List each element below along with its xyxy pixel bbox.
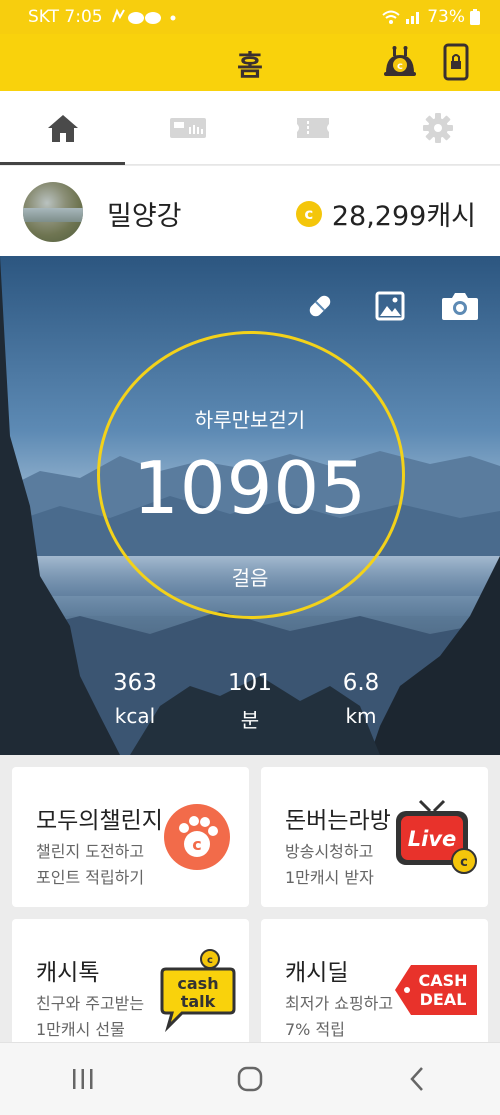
battery-icon bbox=[470, 9, 480, 25]
lockscreen-button[interactable] bbox=[436, 42, 476, 82]
cash-talk-icon: c cash talk bbox=[160, 949, 240, 1039]
card-title: 모두의챌린지 bbox=[36, 808, 163, 834]
tab-ticket[interactable] bbox=[125, 91, 250, 164]
home-icon bbox=[47, 114, 78, 142]
stat-calories: 363 kcal bbox=[113, 670, 157, 728]
card-cashtalk[interactable]: 캐시톡 친구와 주고받는 1만캐시 선물 c cash talk bbox=[12, 919, 249, 1049]
svg-text:talk: talk bbox=[181, 992, 216, 1011]
gear-icon bbox=[422, 112, 453, 143]
svg-text:CASH: CASH bbox=[418, 971, 467, 990]
stat-distance: 6.8 km bbox=[342, 670, 380, 728]
notification-icons bbox=[109, 8, 179, 26]
svg-text:c: c bbox=[192, 835, 201, 854]
status-bar: SKT 7:05 73% bbox=[0, 0, 500, 34]
recent-apps-button[interactable] bbox=[53, 1054, 113, 1104]
ticket-icon bbox=[169, 117, 206, 138]
svg-text:Live: Live bbox=[408, 827, 457, 851]
home-button[interactable] bbox=[220, 1054, 280, 1104]
phone-lock-icon bbox=[443, 43, 469, 81]
svg-text:DEAL: DEAL bbox=[420, 990, 467, 1009]
camera-icon bbox=[442, 293, 478, 320]
svg-text:cash: cash bbox=[177, 974, 218, 993]
tab-settings[interactable] bbox=[375, 91, 500, 164]
signal-icon bbox=[406, 10, 422, 24]
hero-tools bbox=[300, 288, 480, 324]
system-nav-bar bbox=[0, 1042, 500, 1115]
card-title: 돈버는라방 bbox=[285, 808, 391, 834]
cash-coin-icon: c bbox=[295, 200, 322, 227]
card-title: 캐시톡 bbox=[36, 960, 100, 986]
svg-text:c: c bbox=[460, 855, 468, 870]
paw-c-icon: c bbox=[164, 804, 230, 874]
stat-minutes: 101 분 bbox=[228, 670, 272, 732]
avatar[interactable] bbox=[23, 182, 83, 242]
svg-text:c: c bbox=[397, 61, 403, 72]
gallery-button[interactable] bbox=[370, 288, 410, 324]
tab-home[interactable] bbox=[0, 91, 125, 165]
app-header: 홈 c bbox=[0, 34, 500, 91]
cash-piggy-icon: c bbox=[384, 46, 416, 76]
card-title: 캐시딜 bbox=[285, 960, 349, 986]
card-challenge[interactable]: 모두의챌린지 챌린지 도전하고 포인트 적립하기 c bbox=[12, 767, 249, 907]
carrier-time: SKT 7:05 bbox=[28, 7, 103, 27]
home-circle-icon bbox=[237, 1066, 263, 1092]
back-button[interactable] bbox=[387, 1054, 447, 1104]
cash-balance[interactable]: c 28,299캐시 bbox=[295, 194, 476, 233]
step-unit: 걸음 bbox=[231, 566, 269, 590]
profile-row: 밀양강 c 28,299캐시 bbox=[0, 166, 500, 256]
wifi-icon bbox=[381, 9, 401, 25]
user-name: 밀양강 bbox=[107, 201, 182, 232]
back-chevron-icon bbox=[409, 1067, 423, 1091]
image-icon bbox=[375, 291, 405, 321]
tab-bar bbox=[0, 91, 500, 165]
page-title: 홈 bbox=[237, 49, 263, 82]
cash-balance-value: 28,299캐시 bbox=[331, 201, 476, 232]
battery-percent: 73% bbox=[427, 7, 465, 27]
live-tv-icon: Live c bbox=[392, 797, 480, 887]
card-cashdeal[interactable]: 캐시딜 최저가 쇼핑하고 7% 적립 CASH DEAL bbox=[261, 919, 488, 1049]
card-live[interactable]: 돈버는라방 방송시청하고 1만캐시 받자 Live c bbox=[261, 767, 488, 907]
coupon-icon bbox=[296, 117, 329, 138]
recent-apps-icon bbox=[73, 1069, 93, 1089]
step-count: 10905 bbox=[132, 446, 368, 530]
tab-coupon[interactable] bbox=[250, 91, 375, 164]
cash-deal-icon: CASH DEAL bbox=[393, 963, 479, 1021]
pill-icon bbox=[309, 295, 331, 317]
challenge-label: 하루만보걷기 bbox=[194, 408, 306, 432]
cash-piggy-button[interactable]: c bbox=[380, 42, 420, 82]
camera-button[interactable] bbox=[440, 288, 480, 324]
svg-text:c: c bbox=[207, 955, 213, 966]
pill-button[interactable] bbox=[300, 288, 340, 324]
